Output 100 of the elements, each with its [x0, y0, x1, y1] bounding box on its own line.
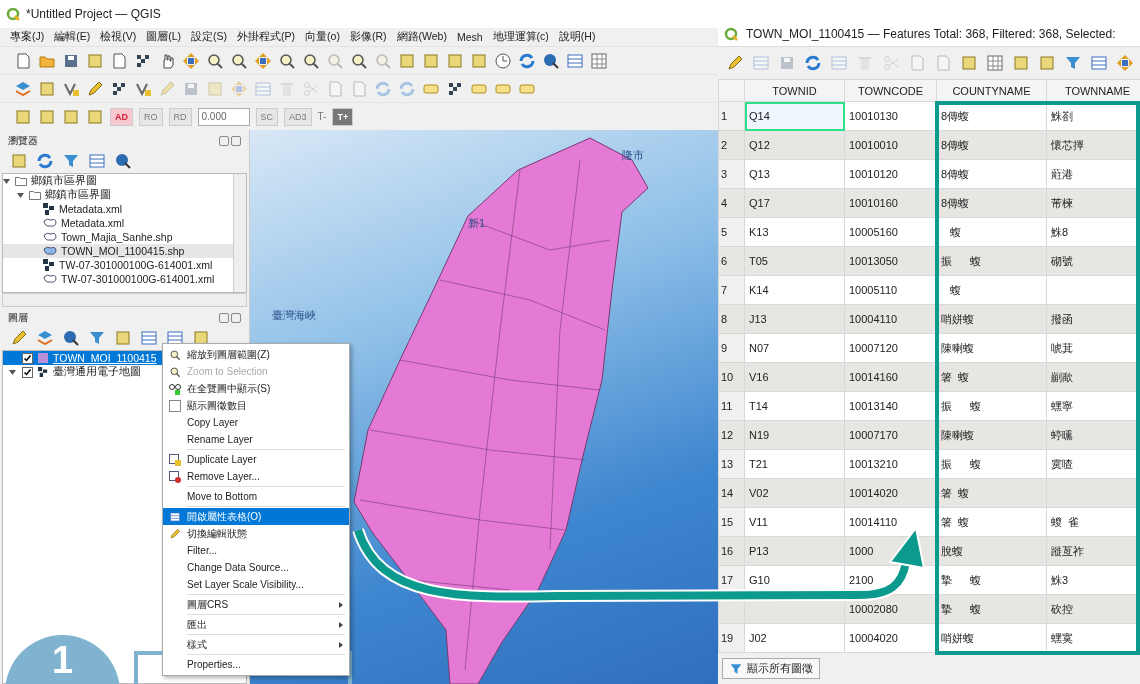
menu-item[interactable]: 地理運算(c)	[492, 30, 549, 44]
row-number[interactable]: 12	[718, 420, 745, 450]
table-cell: 8傳蝮	[936, 188, 1047, 218]
clock-icon[interactable]	[494, 51, 512, 70]
checkbox[interactable]	[22, 366, 33, 378]
paste-icon[interactable]	[350, 79, 368, 98]
row-number[interactable]: 2	[718, 130, 745, 160]
menu-item[interactable]: 說明(H)	[558, 30, 596, 44]
row-number[interactable]: 8	[718, 304, 745, 334]
zoom-out-icon[interactable]	[230, 51, 248, 70]
statistics-icon[interactable]	[590, 51, 608, 70]
scrollbar[interactable]	[2, 293, 247, 307]
expand-caret-icon[interactable]	[9, 369, 16, 375]
row-number[interactable]: 13	[718, 449, 745, 479]
map-label: 新1	[468, 216, 486, 231]
refresh-icon[interactable]	[804, 54, 822, 72]
submenu-arrow-icon	[339, 621, 343, 628]
row-number[interactable]: 19	[718, 623, 745, 653]
scrollbar[interactable]	[233, 174, 246, 292]
menu-item[interactable]: 檢視(V)	[100, 30, 137, 44]
pan-arrows-icon[interactable]	[182, 51, 200, 70]
layer-name[interactable]: 臺灣通用電子地圖	[53, 365, 141, 379]
tree-item[interactable]: Town_Majia_Sanhe.shp	[61, 231, 173, 243]
refresh-icon[interactable]	[518, 51, 536, 70]
row-number[interactable]: 7	[718, 275, 745, 305]
menu-item[interactable]: 編輯(E)	[54, 30, 91, 44]
tree-item[interactable]: TW-07-301000100G-614001.xml	[61, 273, 215, 285]
polygon-icon	[43, 274, 57, 284]
menu-item[interactable]: 影像(R)	[349, 30, 387, 44]
zoom-layer-icon[interactable]	[278, 51, 296, 70]
zoom-native-icon[interactable]	[326, 51, 344, 70]
tree-item[interactable]: TW-07-301000100G-614001.xml	[59, 259, 213, 271]
row-number[interactable]: 11	[718, 391, 745, 421]
filter-icon[interactable]	[1064, 54, 1082, 72]
checkbox[interactable]	[22, 352, 33, 364]
table-cell: 10014160	[844, 362, 937, 392]
add-layer-icon[interactable]	[14, 79, 32, 98]
float-icon[interactable]	[219, 136, 229, 146]
copy-icon[interactable]	[326, 79, 344, 98]
table-cell: 蝮	[936, 217, 1047, 247]
checkbox[interactable]	[169, 399, 181, 412]
filter-icon[interactable]	[62, 152, 80, 170]
row-number[interactable]: 14	[718, 478, 745, 508]
menu-item[interactable]: 專案(J)	[10, 30, 45, 44]
row-number[interactable]: 6	[718, 246, 745, 276]
show-all-features-button[interactable]: 顯示所有圖徵	[722, 658, 820, 679]
zoom-in-icon[interactable]	[206, 51, 224, 70]
column-header[interactable]: COUNTYNAME	[936, 79, 1047, 102]
menu-item[interactable]: Mesh	[456, 31, 483, 43]
tree-item[interactable]: 鄉鎮市區界圖	[45, 188, 111, 202]
column-header[interactable]: TOWNNAME	[1046, 79, 1140, 102]
layers-icon[interactable]	[36, 329, 54, 347]
column-header[interactable]: TOWNID	[744, 79, 845, 102]
close-icon[interactable]	[231, 313, 241, 323]
report-icon[interactable]	[110, 51, 128, 70]
row-number[interactable]: 15	[718, 507, 745, 537]
pan-icon[interactable]	[1116, 54, 1134, 72]
magnifier-icon	[169, 365, 181, 378]
close-icon[interactable]	[231, 136, 241, 146]
label-tool-button[interactable]: T+	[332, 107, 354, 126]
row-number[interactable]: 16	[718, 536, 745, 566]
table-cell: V11	[744, 507, 845, 537]
menu-item[interactable]: 圖層(L)	[146, 30, 182, 44]
tree-item[interactable]: Metadata.xml	[59, 203, 123, 215]
zoom-selection-icon[interactable]	[302, 51, 320, 70]
row-number[interactable]: 3	[718, 159, 745, 189]
magnifier-icon	[169, 348, 181, 361]
copy-icon[interactable]	[908, 54, 926, 72]
row-number[interactable]: 4	[718, 188, 745, 218]
table-cell: 蝮	[936, 275, 1047, 305]
pencil-icon[interactable]	[726, 54, 744, 72]
menu-item[interactable]: 向量(o)	[305, 30, 340, 44]
app-logo-icon	[724, 27, 738, 41]
raster-icon	[43, 259, 55, 271]
menu-item[interactable]: 開啟屬性表格(O)	[163, 508, 349, 525]
pen-icon[interactable]	[86, 79, 104, 98]
tree-item[interactable]: Metadata.xml	[61, 217, 125, 229]
row-number[interactable]: 5	[718, 217, 745, 247]
new-file-icon[interactable]	[14, 51, 32, 70]
move-icon[interactable]	[230, 79, 248, 98]
paste-icon[interactable]	[934, 54, 952, 72]
row-number[interactable]: 10	[718, 362, 745, 392]
row-number[interactable]: 9	[718, 333, 745, 363]
label-tool-button[interactable]: AD	[110, 107, 133, 126]
table-cell: 陳喇蝮	[936, 333, 1047, 363]
filter-icon	[729, 661, 743, 676]
table-cell: 振 蝮	[936, 391, 1047, 421]
column-header[interactable]: TOWNCODE	[844, 79, 937, 102]
refresh-icon[interactable]	[36, 152, 54, 170]
zoom-next-icon[interactable]	[374, 51, 392, 70]
number-spin-field[interactable]: 0.000	[197, 107, 250, 126]
float-icon[interactable]	[219, 313, 229, 323]
table-cell: 脫蝮	[936, 536, 1047, 566]
menu-item[interactable]: 網路(Web)	[396, 30, 447, 44]
menu-item[interactable]: 設定(S)	[191, 30, 228, 44]
zoom-last-icon[interactable]	[350, 51, 368, 70]
menu-item[interactable]: 外掛程式(P)	[237, 30, 296, 44]
row-number[interactable]: 1	[718, 101, 745, 131]
filter-icon[interactable]	[88, 329, 106, 347]
tree-item[interactable]: 鄉鎮市區界圖	[31, 174, 97, 188]
